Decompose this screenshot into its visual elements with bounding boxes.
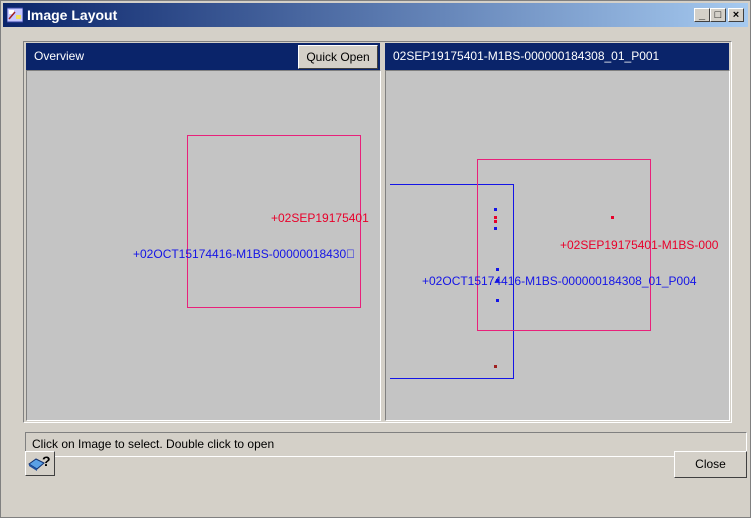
overview-title: Overview [34, 49, 85, 63]
overview-blue-image-label[interactable]: +02OCT15174416-M1BS-00000018430  [133, 247, 355, 261]
close-window-button[interactable]: × [728, 8, 744, 22]
tie-point[interactable] [494, 365, 497, 368]
tie-point[interactable] [494, 208, 497, 211]
tie-point[interactable] [496, 268, 499, 271]
title-bar[interactable]: Image Layout _ □ × [3, 3, 748, 27]
detail-panel[interactable]: +02SEP19175401-M1BS-000 +02OCT15174416-M… [385, 70, 730, 421]
tie-point[interactable] [494, 220, 497, 223]
image-layout-window: Image Layout _ □ × Overview Quick Open +… [0, 0, 751, 518]
maximize-button[interactable]: □ [710, 8, 726, 22]
detail-title: 02SEP19175401-M1BS-000000184308_01_P001 [393, 49, 660, 63]
quick-open-button[interactable]: Quick Open [298, 45, 378, 69]
tie-point[interactable] [496, 299, 499, 302]
app-icon [7, 7, 23, 23]
close-button[interactable]: Close [674, 451, 747, 478]
overview-panel[interactable]: +02SEP19175401 +02OCT15174416-M1BS-00000… [26, 70, 381, 421]
tie-point[interactable] [611, 216, 614, 219]
help-button[interactable]: ? [25, 451, 55, 476]
tie-point[interactable] [494, 216, 497, 219]
window-title: Image Layout [27, 7, 118, 23]
tie-point[interactable] [494, 227, 497, 230]
minimize-button[interactable]: _ [694, 8, 710, 22]
status-bar: Click on Image to select. Double click t… [25, 432, 747, 457]
help-glyph: ? [42, 453, 51, 469]
detail-red-image-label[interactable]: +02SEP19175401-M1BS-000 [560, 238, 718, 252]
detail-blue-image-label[interactable]: +02OCT15174416-M1BS-000000184308_01_P004 [422, 274, 697, 288]
overview-red-image-label[interactable]: +02SEP19175401 [271, 211, 369, 225]
status-text: Click on Image to select. Double click t… [32, 437, 275, 451]
detail-header: 02SEP19175401-M1BS-000000184308_01_P001 [385, 43, 729, 70]
